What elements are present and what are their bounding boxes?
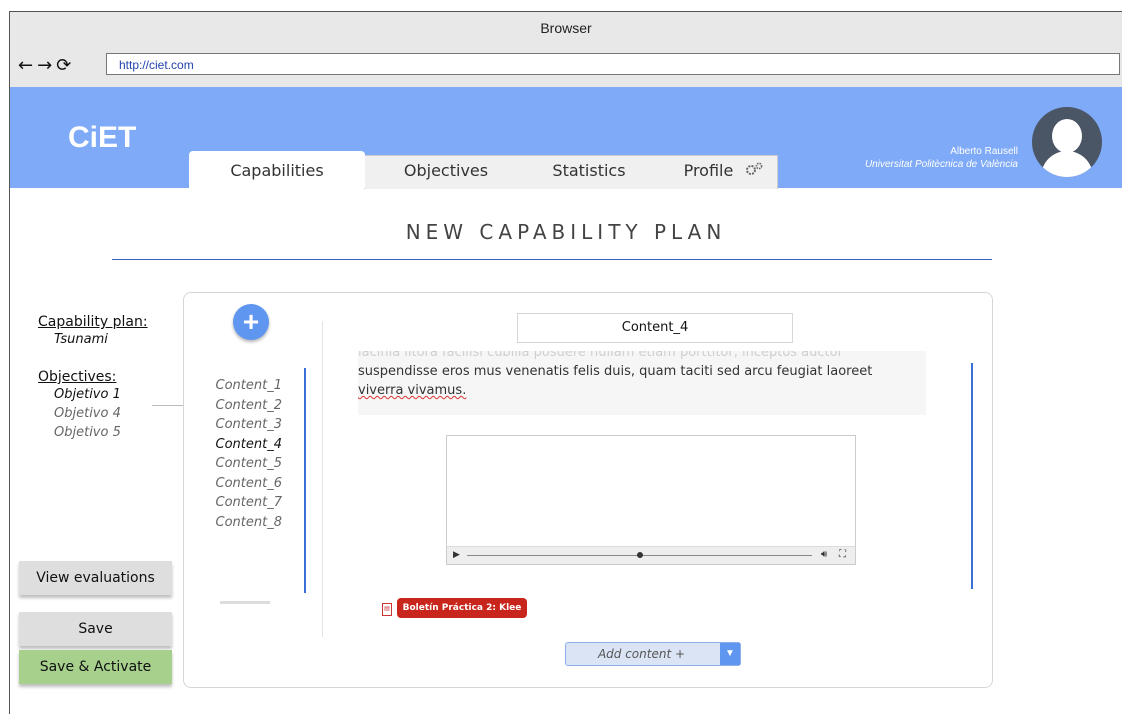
address-bar: ← → ⟳ http://ciet.com <box>10 45 1122 88</box>
objectives-label: Objectives: <box>38 369 117 385</box>
app-header: CiET Capabilities Objectives Statistics … <box>10 87 1122 189</box>
play-icon[interactable]: ▶ <box>453 549 460 560</box>
reload-icon[interactable]: ⟳ <box>56 55 72 76</box>
avatar[interactable] <box>1032 107 1102 177</box>
volume-icon[interactable]: 🔊︎ <box>821 549 827 560</box>
content-text-area[interactable]: lacinia litora facilisi cubilia posuere … <box>358 351 926 415</box>
objective-item-4[interactable]: Objetivo 4 <box>38 404 148 423</box>
view-evaluations-button[interactable]: View evaluations <box>19 561 172 595</box>
add-content-label: Add content + <box>597 647 686 661</box>
content-list-scroll-stub <box>220 601 270 604</box>
browser-title-bar: Browser <box>10 12 1122 46</box>
video-progress-knob[interactable] <box>637 552 643 558</box>
save-button[interactable]: Save <box>19 612 172 646</box>
content-item-3[interactable]: Content_3 <box>212 415 282 435</box>
chevron-down-icon[interactable]: ▼ <box>720 643 740 665</box>
avatar-head-icon <box>1052 119 1082 153</box>
content-item-2[interactable]: Content_2 <box>212 396 282 416</box>
save-activate-button[interactable]: Save & Activate <box>19 650 172 684</box>
browser-window: Browser ← → ⟳ http://ciet.com CiET Capabil… <box>9 11 1122 714</box>
capability-plan-value: Tsunami <box>54 332 108 347</box>
app-logo[interactable]: CiET <box>68 121 136 155</box>
content-list: Content_1 Content_2 Content_3 Content_4 … <box>212 376 282 532</box>
tab-profile[interactable]: Profile <box>659 151 789 188</box>
fullscreen-icon[interactable]: ⛶ <box>839 549 846 560</box>
pdf-file-icon: ▤ <box>382 603 392 616</box>
browser-nav: ← → ⟳ <box>18 55 75 76</box>
plan-info: Capability plan: Tsunami Objectives: Obj… <box>38 314 148 442</box>
objective-item-5[interactable]: Objetivo 5 <box>38 423 148 442</box>
user-name: Alberto Rausell <box>950 146 1018 157</box>
objective-connector <box>152 405 185 406</box>
add-content-icon[interactable]: + <box>233 304 269 340</box>
attachment-badge[interactable]: Boletín Práctica 2: Klee <box>397 598 527 618</box>
tab-objectives[interactable]: Objectives <box>371 151 521 188</box>
video-controls: ▶ 🔊︎ ⛶ <box>447 546 855 564</box>
content-list-scrollbar[interactable] <box>304 368 306 593</box>
user-organization: Universitat Politècnica de València <box>864 159 1018 170</box>
content-item-8[interactable]: Content_8 <box>212 513 282 533</box>
content-item-7[interactable]: Content_7 <box>212 493 282 513</box>
content-item-1[interactable]: Content_1 <box>212 376 282 396</box>
panel-divider <box>322 321 323 637</box>
content-item-4[interactable]: Content_4 <box>212 435 282 455</box>
tab-profile-label: Profile <box>683 161 734 180</box>
objective-item-1[interactable]: Objetivo 1 <box>38 385 148 404</box>
video-player[interactable]: ▶ 🔊︎ ⛶ <box>446 435 856 565</box>
gear-icon <box>744 152 764 192</box>
title-divider <box>112 259 992 260</box>
content-item-5[interactable]: Content_5 <box>212 454 282 474</box>
user-info: Alberto Rausell Universitat Politècnica … <box>865 145 1018 171</box>
content-editor-card: + Content_1 Content_2 Content_3 Content_… <box>183 292 993 688</box>
avatar-body-icon <box>1041 151 1093 177</box>
content-text-line-1: suspendisse eros mus venenatis felis dui… <box>358 364 873 379</box>
forward-icon[interactable]: → <box>37 55 53 76</box>
tab-capabilities[interactable]: Capabilities <box>189 151 365 188</box>
capability-plan-label: Capability plan: <box>38 314 148 330</box>
content-item-6[interactable]: Content_6 <box>212 474 282 494</box>
editor-scrollbar[interactable] <box>971 363 973 589</box>
content-name-field[interactable]: Content_4 <box>517 313 793 343</box>
back-icon[interactable]: ← <box>18 55 34 76</box>
page-title: NEW CAPABILITY PLAN <box>405 220 727 244</box>
add-content-dropdown[interactable]: Add content + ▼ <box>565 642 741 666</box>
content-text-line-2: viverra vivamus. <box>358 383 467 398</box>
content-text-faded: lacinia litora facilisi cubilia posuere … <box>358 351 843 360</box>
url-input[interactable]: http://ciet.com <box>106 53 1120 75</box>
tab-statistics[interactable]: Statistics <box>519 151 659 188</box>
